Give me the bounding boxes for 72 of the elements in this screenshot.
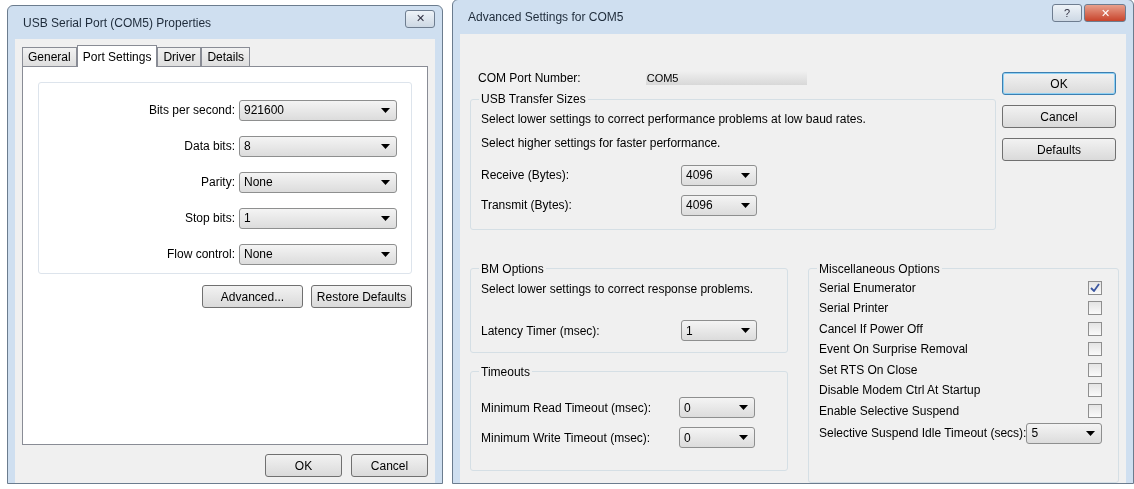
panel-button[interactable]: Restore Defaults	[311, 285, 412, 308]
group-title: Miscellaneous Options	[818, 261, 941, 276]
caret-icon	[381, 251, 390, 257]
dropdown[interactable]: 4096	[681, 164, 757, 186]
dialog-button[interactable]: OK	[265, 454, 342, 477]
field-label: Selective Suspend Idle Timeout (secs):	[819, 426, 1027, 440]
dropdown[interactable]: 1	[239, 207, 397, 229]
field-label: Transmit (Bytes):	[481, 198, 573, 212]
caret-icon	[381, 143, 390, 149]
option-label: Set RTS On Close	[819, 362, 918, 377]
dropdown[interactable]: 921600	[239, 99, 397, 121]
field-label: Stop bits:	[184, 211, 235, 225]
caret-icon	[741, 172, 750, 178]
tab[interactable]: General	[22, 47, 77, 66]
field-label: COM Port Number:	[478, 71, 581, 85]
caret-icon	[741, 202, 750, 208]
dropdown[interactable]: 5	[1026, 422, 1103, 444]
dropdown[interactable]: 1	[681, 320, 757, 341]
description-text: Select higher settings for faster performance.	[481, 136, 722, 150]
caret-icon	[381, 107, 390, 113]
dialog-button[interactable]: Cancel	[351, 454, 428, 477]
option-label: Event On Surprise Removal	[819, 342, 968, 357]
field-label: Bits per second:	[148, 103, 235, 117]
field-label: Latency Timer (msec):	[481, 323, 601, 338]
checkbox[interactable]	[1088, 342, 1103, 357]
field-label: Parity:	[201, 175, 235, 189]
field-label: Data bits:	[184, 139, 235, 153]
caret-icon	[739, 405, 748, 410]
option-label: Serial Enumerator	[819, 280, 916, 295]
dropdown[interactable]: None	[239, 243, 397, 265]
caret-icon	[381, 215, 390, 221]
option-label: Disable Modem Ctrl At Startup	[819, 383, 981, 398]
field-label: Flow control:	[166, 247, 235, 261]
dialog-button[interactable]: Cancel	[1002, 105, 1116, 128]
dialog-button[interactable]: OK	[1002, 72, 1116, 95]
checkbox[interactable]	[1088, 403, 1103, 418]
dropdown[interactable]: 0	[679, 427, 755, 448]
window-title: USB Serial Port (COM5) Properties	[23, 15, 212, 30]
description-text: Select lower settings to correct response problems.	[481, 281, 755, 296]
window-title: Advanced Settings for COM5	[468, 10, 624, 24]
dropdown[interactable]: 0	[679, 397, 755, 418]
dialog-button[interactable]: Defaults	[1002, 138, 1116, 161]
caret-icon	[739, 435, 748, 440]
field-label: Minimum Read Timeout (msec):	[481, 400, 653, 415]
close-button[interactable]: ✕	[405, 9, 435, 28]
option-label: Cancel If Power Off	[819, 321, 923, 336]
tab[interactable]: Port Settings	[76, 45, 158, 67]
caret-icon	[741, 328, 750, 333]
dropdown[interactable]: 8	[239, 135, 397, 157]
help-button[interactable]: ?	[1052, 4, 1082, 22]
group-title: BM Options	[480, 261, 545, 276]
description-text: Select lower settings to correct performance problems at low baud rates.	[481, 112, 867, 126]
caret-icon	[1086, 430, 1096, 436]
check-icon	[1090, 283, 1101, 293]
field-label: Receive (Bytes):	[481, 168, 571, 182]
dropdown[interactable]: None	[239, 171, 397, 193]
group-title: USB Transfer Sizes	[480, 92, 587, 106]
tab[interactable]: Details	[201, 47, 251, 66]
checkbox[interactable]	[1088, 383, 1103, 398]
checkbox[interactable]	[1088, 321, 1103, 336]
caret-icon	[381, 179, 390, 185]
port-value: COM5	[645, 71, 807, 85]
field-label: Minimum Write Timeout (msec):	[481, 430, 652, 445]
group-title: Timeouts	[480, 364, 531, 379]
option-label: Enable Selective Suspend	[819, 403, 960, 418]
checkbox[interactable]	[1088, 280, 1103, 295]
checkbox[interactable]	[1088, 362, 1103, 377]
tab[interactable]: Driver	[157, 47, 202, 66]
option-label: Serial Printer	[819, 301, 889, 316]
panel-button[interactable]: Advanced...	[202, 285, 303, 308]
checkbox[interactable]	[1088, 301, 1103, 316]
dropdown[interactable]: 4096	[681, 194, 757, 216]
